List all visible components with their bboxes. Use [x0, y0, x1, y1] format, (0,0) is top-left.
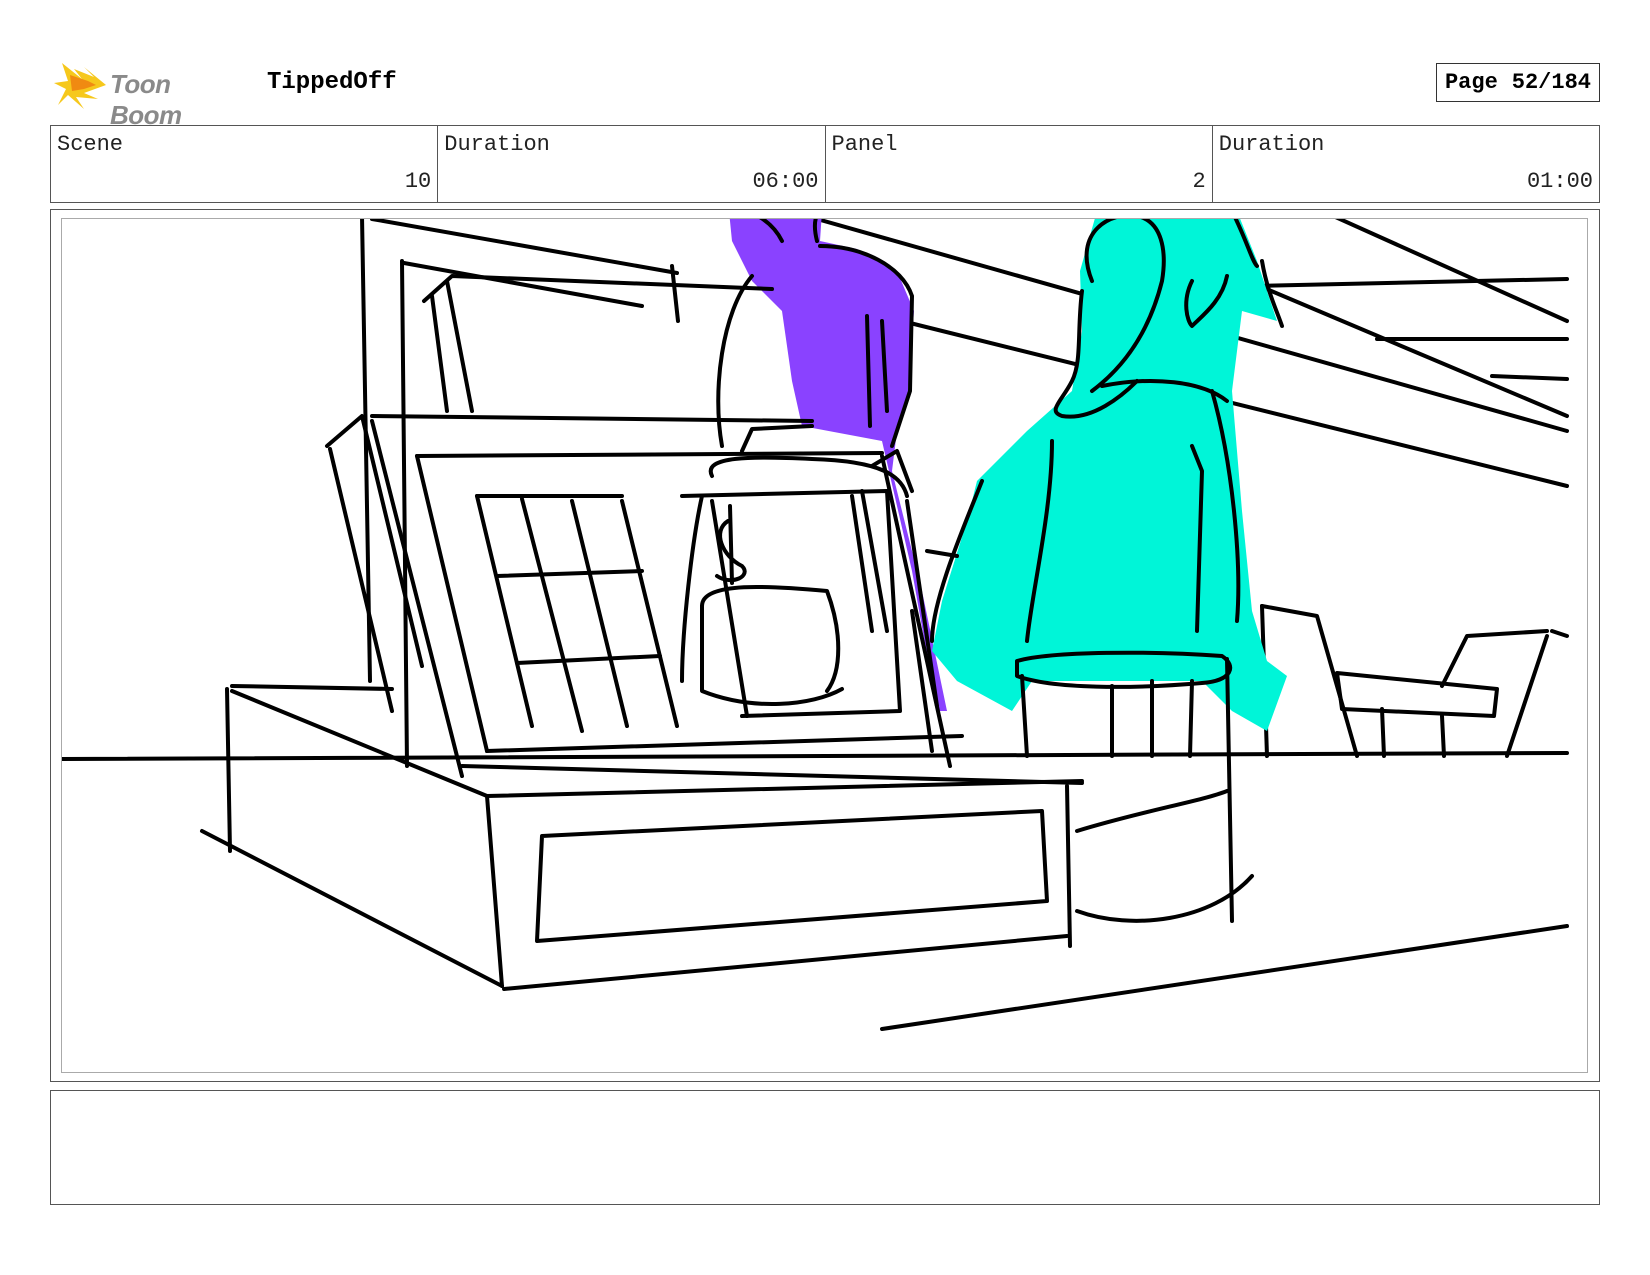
panel-duration-label: Duration: [1218, 132, 1325, 157]
storyboard-sketch: [62, 219, 1569, 1031]
scene-duration-label: Duration: [444, 132, 550, 157]
panel-value: 2: [1192, 169, 1206, 194]
logo-text: Toon Boom: [110, 69, 182, 130]
scene-cell: Scene 10: [51, 126, 439, 202]
panel-duration-value: 01:00: [1526, 169, 1593, 194]
page-indicator: Page 52/184: [1435, 63, 1600, 102]
scene-value: 10: [404, 169, 432, 194]
toon-boom-logo: Toon Boom: [54, 59, 244, 130]
panel-duration-cell: Duration 01:00: [1213, 126, 1599, 202]
storyboard-header: Toon Boom TippedOff Page 52/184: [50, 55, 1600, 130]
notes-box[interactable]: [50, 1090, 1600, 1205]
scene-label: Scene: [57, 132, 124, 157]
project-title: TippedOff: [267, 69, 397, 96]
page-label: Page: [1444, 70, 1498, 95]
panel-label: Panel: [831, 132, 898, 157]
panel-drawing-area: [61, 218, 1588, 1073]
page-number: 52/184: [1511, 70, 1591, 95]
info-row: Scene 10 Duration 06:00 Panel 2 Duration…: [50, 125, 1600, 203]
panel-cell: Panel 2: [826, 126, 1213, 202]
panel-frame: [50, 209, 1600, 1082]
scene-duration-value: 06:00: [752, 169, 819, 194]
scene-duration-cell: Duration 06:00: [438, 126, 826, 202]
starburst-icon: [54, 63, 106, 109]
